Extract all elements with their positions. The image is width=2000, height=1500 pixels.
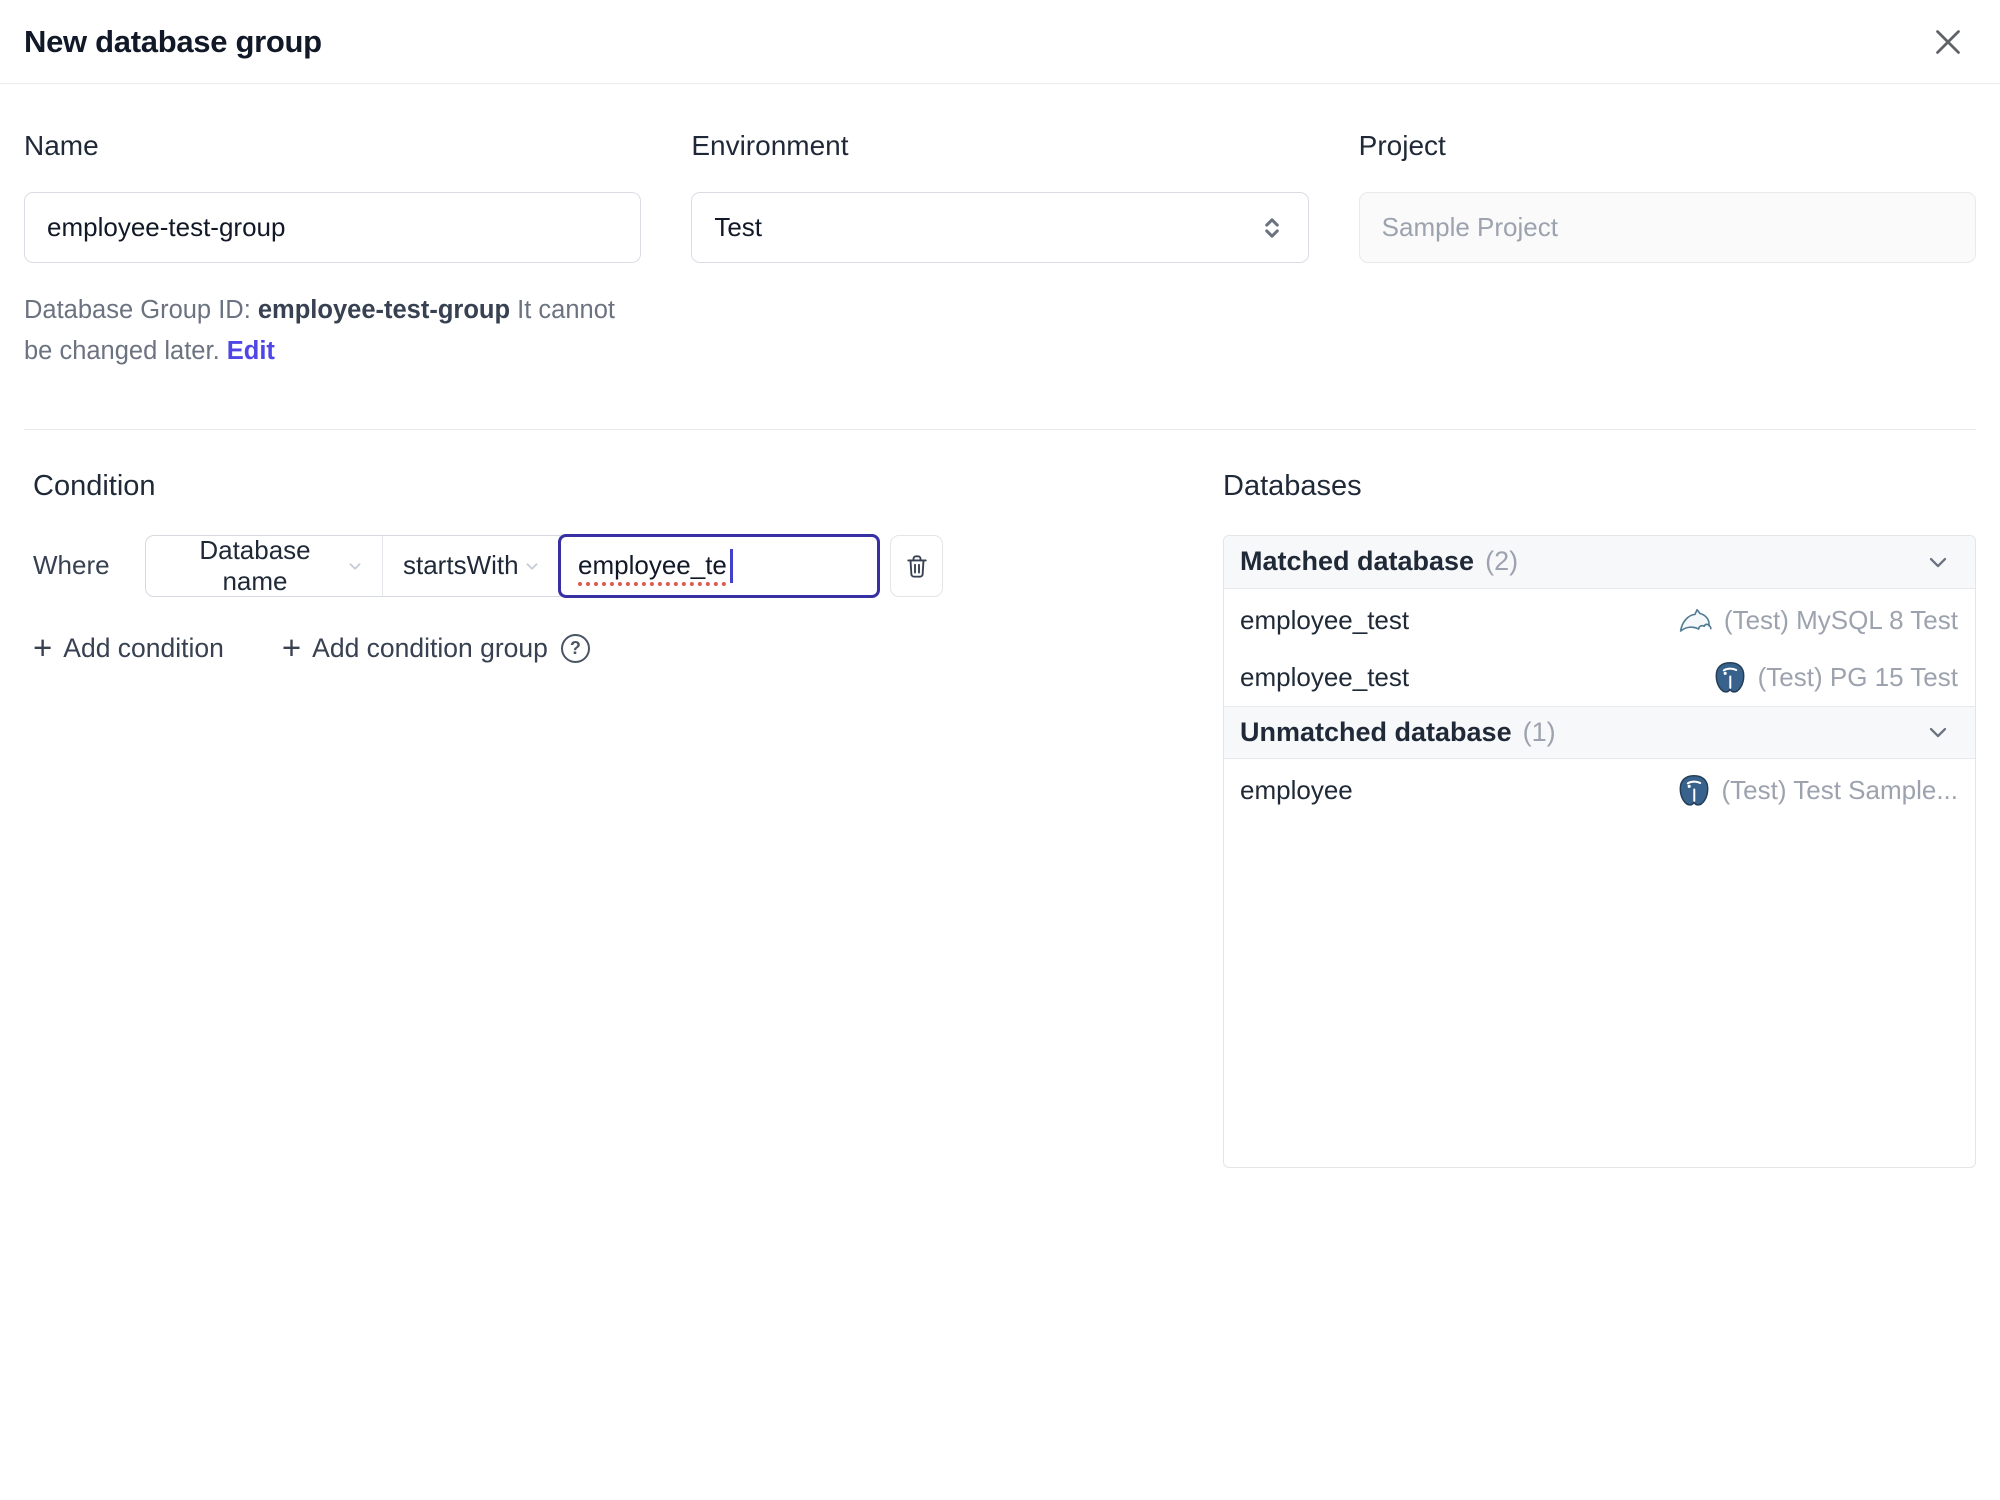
unfold-chevrons-icon [1258,212,1286,244]
database-name: employee_test [1240,661,1410,692]
database-instance: (Test) Test Sample... [1677,773,1959,807]
matched-database-header[interactable]: Matched database (2) [1224,535,1975,589]
environment-select[interactable]: Test [691,192,1309,263]
database-name: employee_test [1240,604,1410,635]
add-condition-label: Add condition [63,632,224,663]
page-title: New database group [24,23,322,59]
form-top-row: Name employee-test-group Database Group … [24,130,1976,373]
condition-operator-select[interactable]: startsWith [383,535,560,596]
close-icon [1930,24,1966,60]
project-input-value: Sample Project [1381,212,1558,242]
edit-link[interactable]: Edit [227,337,275,365]
database-row: employee_test (Test) MySQL 8 Test [1224,592,1975,649]
add-condition-button[interactable]: + Add condition [33,629,224,667]
plus-icon: + [33,629,53,667]
database-instance-label: (Test) Test Sample... [1721,774,1959,805]
postgresql-icon [1713,660,1747,694]
help-icon[interactable]: ? [560,633,590,663]
condition-section: Condition Where Database name startsWith [24,470,1223,664]
unmatched-database-header[interactable]: Unmatched database (1) [1224,705,1975,759]
databases-section: Databases Matched database (2) employee_… [1223,470,1976,1168]
plus-icon: + [281,629,302,667]
name-label: Name [24,130,99,161]
add-condition-group-button[interactable]: + Add condition group [281,629,548,667]
database-group-id-value: employee-test-group [257,296,511,324]
dialog-header: New database group [0,0,2000,84]
environment-label: Environment [691,130,849,161]
project-label: Project [1358,130,1446,161]
database-instance: (Test) MySQL 8 Test [1678,603,1958,638]
database-instance: (Test) PG 15 Test [1713,660,1958,694]
condition-expression-group: Database name startsWith employee_te [145,533,880,598]
section-divider [24,428,1976,430]
chevron-down-icon [1924,718,1952,746]
delete-condition-button[interactable] [890,534,943,597]
database-group-id-helper: Database Group ID: employee-test-group I… [24,290,641,373]
condition-operator-value: startsWith [403,550,519,581]
environment-field-group: Environment Test [691,130,1309,373]
condition-factor-select[interactable]: Database name [146,534,383,596]
databases-panel: Matched database (2) employee_test (Test… [1223,534,1976,1168]
database-instance-label: (Test) MySQL 8 Test [1723,604,1958,635]
database-row: employee (Test) Test Sample... [1224,762,1975,819]
database-instance-label: (Test) PG 15 Test [1757,661,1958,692]
unmatched-database-title: Unmatched database [1240,716,1512,747]
name-field-group: Name employee-test-group Database Group … [24,130,642,373]
helper-prefix: Database Group ID: [24,296,258,324]
mysql-icon [1678,603,1713,638]
chevron-down-icon [1924,548,1952,576]
chevron-down-icon [521,555,543,577]
condition-row: Where Database name startsWith employee_… [33,533,1223,598]
name-input[interactable]: employee-test-group [24,192,642,263]
postgresql-icon [1677,773,1711,807]
text-cursor [729,548,733,583]
matched-database-count: (2) [1485,546,1519,577]
condition-factor-value: Database name [199,534,311,596]
environment-selected-value: Test [714,212,763,242]
where-label: Where [33,550,110,581]
database-row: employee_test (Test) PG 15 Test [1224,649,1975,706]
trash-icon [902,551,932,581]
condition-actions: + Add condition + Add condition group ? [33,629,1223,667]
name-input-value: employee-test-group [47,212,286,242]
project-field-group: Project Sample Project [1358,130,1976,373]
project-input: Sample Project [1358,192,1976,263]
condition-value-input[interactable]: employee_te [558,533,880,598]
chevron-down-icon [344,555,366,577]
database-name: employee [1240,774,1353,805]
close-button[interactable] [1926,20,1970,64]
databases-heading: Databases [1223,469,1362,502]
unmatched-database-count: (1) [1522,716,1556,747]
condition-value-text: employee_te [578,550,727,581]
matched-database-title: Matched database [1240,546,1475,577]
add-condition-group-label: Add condition group [312,632,548,663]
condition-heading: Condition [33,469,156,502]
